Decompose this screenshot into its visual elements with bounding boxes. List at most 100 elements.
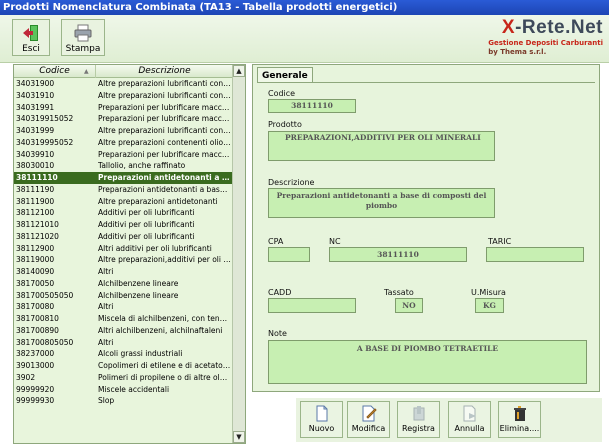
row-description: Altre preparazioni lubrificanti conte... [98, 79, 231, 88]
list-row[interactable]: 381700805050 Altri [14, 337, 233, 349]
row-code: 381700810 [16, 314, 59, 323]
edit-label: Modifica [351, 424, 386, 433]
exit-label: Esci [22, 44, 40, 54]
list-row[interactable]: 340319915052 Preparazioni per lubrificare… [14, 113, 233, 125]
row-code: 38170050 [16, 278, 55, 288]
sort-asc-icon: ▲ [84, 68, 89, 75]
scroll-down-icon[interactable]: ▼ [233, 431, 245, 443]
row-code: 340319995052 [16, 137, 74, 147]
row-description: Preparazioni antidetonanti a base... [98, 184, 231, 194]
list-row[interactable]: 381121020 Additivi per oli lubrificanti [14, 231, 233, 243]
note-field[interactable]: A BASE DI PIOMBO TETRAETILE [268, 340, 587, 384]
codice-field[interactable]: 38111110 [268, 99, 356, 113]
tassato-field[interactable]: NO [395, 298, 423, 313]
toolbar: Esci Stampa X-Rete.Net Gestione Depositi… [0, 15, 609, 63]
taric-field[interactable] [486, 247, 584, 262]
list-row[interactable]: 34031900 Altre preparazioni lubrificanti … [14, 78, 233, 90]
list-scrollbar[interactable]: ▲ ▼ [232, 65, 245, 443]
list-row[interactable]: 38112900 Altri additivi per oli lubrifica… [14, 243, 233, 255]
row-code: 3902 [16, 372, 36, 382]
row-description: Copolimeri di etilene e di acetato d... [98, 361, 231, 370]
brand-company: by Thema s.r.l. [488, 48, 547, 56]
cadd-field[interactable] [268, 298, 356, 313]
list-row[interactable]: 34031999 Altre preparazioni lubrificanti … [14, 125, 233, 137]
tab-generale[interactable]: Generale [257, 67, 313, 83]
row-description: Miscela di alchilbenzeni, con tenore... [98, 314, 231, 323]
list-row[interactable]: 34031991 Preparazioni per lubrificare mac… [14, 102, 233, 114]
new-button[interactable]: Nuovo [300, 401, 343, 438]
list-row[interactable]: 34031910 Altre preparazioni lubrificanti … [14, 90, 233, 102]
row-code: 38111110 [16, 173, 58, 182]
list-row[interactable]: 38111900 Altre preparazioni antidetonanti [14, 196, 233, 208]
list-row[interactable]: 34039910 Preparazioni per lubrificare mac… [14, 149, 233, 161]
list-row[interactable]: 3902 Polimeri di propilene o di altre ole… [14, 372, 233, 384]
row-description: Altre preparazioni lubrificanti conte... [98, 90, 231, 100]
row-description: Miscele accidentali [98, 384, 170, 394]
cancel-document-icon [463, 405, 476, 422]
scroll-up-icon[interactable]: ▲ [233, 65, 245, 77]
row-code: 38111900 [16, 196, 55, 206]
list-row[interactable]: 381700810 Miscela di alchilbenzeni, con t… [14, 313, 233, 325]
product-list[interactable]: Codice ▲ Descrizione 34031900 Altre prepa… [13, 64, 246, 444]
list-row[interactable]: 39013000 Copolimeri di etilene e di aceta… [14, 360, 233, 372]
brand-logo: X-Rete.Net Gestione Depositi Carburanti … [488, 17, 603, 56]
list-row[interactable]: 38112100 Additivi per oli lubrificanti [14, 207, 233, 219]
taric-label: TARIC [488, 237, 512, 246]
save-label: Registra [402, 424, 435, 433]
row-code: 38112100 [16, 208, 55, 218]
row-code: 381121010 [16, 220, 59, 229]
row-code: 38170080 [16, 302, 55, 312]
row-description: Alchilbenzene lineare [98, 290, 179, 300]
row-description: Altri [98, 267, 114, 276]
nc-field[interactable]: 38111110 [329, 247, 467, 262]
list-row[interactable]: 38111190 Preparazioni antidetonanti a bas… [14, 184, 233, 196]
row-code: 340319915052 [16, 114, 74, 124]
cpa-label: CPA [268, 237, 284, 246]
row-description: Preparazioni antidetonanti a b... [98, 173, 231, 182]
row-description: Polimeri di propilene o di altre olefi..… [98, 372, 231, 382]
list-row[interactable]: 38170050 Alchilbenzene lineare [14, 278, 233, 290]
descrizione-label: Descrizione [268, 178, 315, 187]
row-description: Additivi per oli lubrificanti [98, 220, 195, 229]
cancel-button[interactable]: Annulla [448, 401, 491, 438]
exit-icon [23, 25, 38, 41]
row-description: Slop [98, 396, 115, 406]
delete-button[interactable]: Elimina.... [498, 401, 541, 438]
row-code: 34039910 [16, 149, 55, 159]
cpa-field[interactable] [268, 247, 310, 262]
row-description: Altri alchilbenzeni, alchilnaftaleni [98, 325, 223, 335]
list-row[interactable]: 381121010 Additivi per oli lubrificanti [14, 219, 233, 231]
prodotto-label: Prodotto [268, 120, 302, 129]
print-button[interactable]: Stampa [61, 19, 105, 56]
row-code: 99999930 [16, 396, 55, 406]
prodotto-field[interactable]: PREPARAZIONI,ADDITIVI PER OLI MINERALI [268, 131, 495, 161]
list-row[interactable]: 38170080 Altri [14, 301, 233, 313]
save-button[interactable]: Registra [397, 401, 440, 438]
exit-button[interactable]: Esci [12, 19, 50, 56]
list-row[interactable]: 381700505050 Alchilbenzene lineare [14, 290, 233, 302]
descrizione-field[interactable]: Preparazioni antidetonanti a base di com… [268, 188, 495, 218]
list-row[interactable]: 38111110 Preparazioni antidetonanti a b..… [14, 172, 233, 184]
list-header: Codice ▲ Descrizione [14, 65, 233, 78]
row-code: 34031900 [16, 79, 55, 88]
list-row[interactable]: 38119000 Altre preparazioni,additivi per … [14, 254, 233, 266]
list-row[interactable]: 38030010 Tallolio, anche raffinato [14, 160, 233, 172]
list-row[interactable]: 38140090 Altri [14, 266, 233, 278]
save-icon [413, 406, 424, 421]
row-description: Altri [98, 337, 114, 347]
edit-button[interactable]: Modifica [347, 401, 390, 438]
cancel-label: Annulla [454, 424, 485, 433]
row-description: Tallolio, anche raffinato [98, 161, 186, 171]
row-code: 381700805050 [16, 337, 74, 347]
print-label: Stampa [65, 44, 101, 54]
list-row[interactable]: 38237000 Alcoli grassi industriali [14, 348, 233, 360]
column-header-description[interactable]: Descrizione [96, 65, 233, 78]
row-description: Preparazioni per lubrificare macchi... [98, 114, 231, 124]
umisura-field[interactable]: KG [475, 298, 504, 313]
window-title: Prodotti Nomenclatura Combinata (TA13 - … [0, 0, 609, 15]
nc-label: NC [329, 237, 341, 246]
list-row[interactable]: 381700890 Altri alchilbenzeni, alchilnaft… [14, 325, 233, 337]
list-row[interactable]: 99999920 Miscele accidentali [14, 384, 233, 396]
list-row[interactable]: 340319995052 Altre preparazioni contenent… [14, 137, 233, 149]
list-row[interactable]: 99999930 Slop [14, 395, 233, 407]
